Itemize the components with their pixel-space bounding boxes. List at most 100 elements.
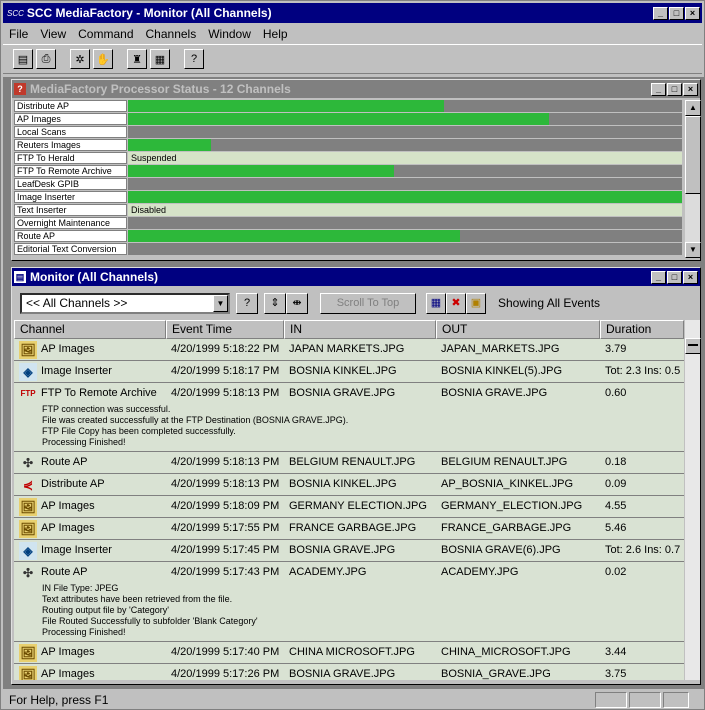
scroll-to-top-button[interactable]: Scroll To Top — [320, 293, 416, 314]
monitor-titlebar: ▤ Monitor (All Channels) _ □ × — [12, 268, 700, 286]
table-row[interactable]: ✣ Route AP 4/20/1999 5:18:13 PM BELGIUM REN… — [14, 452, 684, 474]
events-scroll-thumb[interactable] — [685, 338, 701, 354]
status-minimize-button[interactable]: _ — [651, 82, 666, 96]
channel-status-row[interactable]: Local Scans — [14, 126, 682, 139]
channel-status-row[interactable]: Reuters Images — [14, 139, 682, 152]
main-toolbar: ▤ ⎙ ✲ ✋ ♜ ▦ ? — [3, 44, 702, 74]
expand-rows-icon[interactable]: ⇕ — [264, 293, 286, 314]
table-row[interactable]: ◈ Image Inserter 4/20/1999 5:18:17 PM BOSNI… — [14, 361, 684, 383]
channel-progress-bar — [128, 126, 682, 138]
scroll-thumb[interactable] — [685, 116, 701, 194]
show-all-events-icon[interactable]: ▦ — [426, 293, 446, 314]
properties-icon[interactable]: ▦ — [150, 49, 170, 69]
channel-progress-bar — [128, 230, 682, 242]
table-row[interactable]: FTP FTP To Remote Archive 4/20/1999 5:18:1… — [14, 383, 684, 452]
cell-channel: AP Images — [41, 668, 95, 680]
menu-help[interactable]: Help — [257, 27, 294, 41]
channel-progress-fill — [128, 100, 444, 112]
channel-status-row[interactable]: Distribute AP — [14, 100, 682, 113]
channel-status-row[interactable]: LeafDesk GPIB — [14, 178, 682, 191]
show-errors-icon[interactable]: ✖ — [446, 293, 466, 314]
cell-channel: Image Inserter — [41, 544, 112, 556]
table-row[interactable]: 🖼 AP Images 4/20/1999 5:18:22 PM JAPAN MARK… — [14, 339, 684, 361]
column-header-event-time[interactable]: Event Time — [166, 320, 284, 339]
status-panel-1 — [595, 692, 627, 708]
cell-event-time: 4/20/1999 5:17:40 PM — [171, 646, 280, 658]
menu-command[interactable]: Command — [72, 27, 139, 41]
menu-file[interactable]: File — [3, 27, 34, 41]
table-header: Channel Event Time IN OUT Duration — [14, 320, 684, 339]
channel-status-row[interactable]: Overnight Maintenance — [14, 217, 682, 230]
channel-progress-bar: Disabled — [128, 204, 682, 216]
channel-progress-bar — [128, 191, 682, 203]
column-header-in[interactable]: IN — [284, 320, 436, 339]
column-header-out[interactable]: OUT — [436, 320, 600, 339]
event-detail-line: IN File Type: JPEG — [42, 583, 119, 593]
menu-view[interactable]: View — [34, 27, 72, 41]
help-button[interactable]: ? — [236, 293, 258, 314]
channel-filter-select[interactable]: << All Channels >> ▼ — [20, 293, 230, 314]
minimize-button[interactable]: _ — [653, 6, 668, 20]
status-close-button[interactable]: × — [683, 82, 698, 96]
monitor-minimize-button[interactable]: _ — [651, 270, 666, 284]
help-icon[interactable]: ? — [184, 49, 204, 69]
events-table: Channel Event Time IN OUT Duration 🖼 AP I… — [14, 320, 684, 680]
column-header-channel[interactable]: Channel — [14, 320, 166, 339]
channel-status-row[interactable]: FTP To Remote Archive — [14, 165, 682, 178]
cell-in: BOSNIA GRAVE.JPG — [289, 668, 396, 680]
window-title: SCC MediaFactory - Monitor (All Channels… — [26, 6, 272, 20]
channel-status-row[interactable]: Editorial Text Conversion — [14, 243, 682, 256]
status-panel-3 — [663, 692, 689, 708]
cell-event-time: 4/20/1999 5:18:09 PM — [171, 500, 280, 512]
print-icon[interactable]: ⎙ — [36, 49, 56, 69]
cell-channel: AP Images — [41, 646, 95, 658]
cell-in: BOSNIA KINKEL.JPG — [289, 365, 397, 377]
menu-window[interactable]: Window — [202, 27, 257, 41]
channel-name: Image Inserter — [14, 191, 127, 203]
monitor-restore-button[interactable]: □ — [667, 270, 682, 284]
table-row[interactable]: 🖼 AP Images 4/20/1999 5:18:09 PM GERMANY EL… — [14, 496, 684, 518]
events-scrollbar[interactable] — [684, 320, 701, 680]
column-header-duration[interactable]: Duration — [600, 320, 684, 339]
settings-icon[interactable]: ✲ — [70, 49, 90, 69]
image-channel-icon: 🖼 — [19, 497, 37, 516]
show-warnings-icon[interactable]: ▣ — [466, 293, 486, 314]
table-row[interactable]: 🖼 AP Images 4/20/1999 5:17:55 PM FRANCE GAR… — [14, 518, 684, 540]
image-channel-icon: 🖼 — [19, 665, 37, 680]
hand-stop-icon[interactable]: ✋ — [93, 49, 113, 69]
channel-name: Editorial Text Conversion — [14, 243, 127, 255]
chevron-down-icon[interactable]: ▼ — [213, 295, 228, 312]
table-row[interactable]: ◈ Image Inserter 4/20/1999 5:17:45 PM BOSNI… — [14, 540, 684, 562]
channel-progress-fill — [128, 191, 682, 203]
scroll-up-arrow-icon[interactable]: ▲ — [685, 100, 701, 116]
collapse-rows-icon[interactable]: ⇼ — [286, 293, 308, 314]
cell-out: FRANCE_GARBAGE.JPG — [441, 522, 572, 534]
channel-status-row[interactable]: Route AP — [14, 230, 682, 243]
workflow-icon[interactable]: ♜ — [127, 49, 147, 69]
event-detail-line: FTP connection was successful. — [42, 404, 171, 414]
cell-in: ACADEMY.JPG — [289, 566, 367, 578]
document-icon[interactable]: ▤ — [13, 49, 33, 69]
table-row[interactable]: ✣ Route AP 4/20/1999 5:17:43 PM ACADEMY.JPG… — [14, 562, 684, 642]
status-panel-2 — [629, 692, 661, 708]
table-row[interactable]: ⋞ Distribute AP 4/20/1999 5:18:13 PM BOSNIA… — [14, 474, 684, 496]
channel-status-row[interactable]: AP Images — [14, 113, 682, 126]
table-row[interactable]: 🖼 AP Images 4/20/1999 5:17:40 PM CHINA MICR… — [14, 642, 684, 664]
restore-button[interactable]: □ — [669, 6, 684, 20]
channel-status-row[interactable]: Text Inserter Disabled — [14, 204, 682, 217]
close-button[interactable]: × — [685, 6, 700, 20]
table-row[interactable]: 🖼 AP Images 4/20/1999 5:17:26 PM BOSNIA GRA… — [14, 664, 684, 680]
cell-channel: Distribute AP — [41, 478, 105, 490]
status-scrollbar[interactable]: ▲ ▼ — [684, 100, 701, 258]
monitor-close-button[interactable]: × — [683, 270, 698, 284]
cell-channel: AP Images — [41, 522, 95, 534]
channel-progress-bar: Suspended — [128, 152, 682, 164]
channel-status-row[interactable]: Image Inserter — [14, 191, 682, 204]
scroll-down-arrow-icon[interactable]: ▼ — [685, 242, 701, 258]
menu-channels[interactable]: Channels — [140, 27, 203, 41]
status-restore-button[interactable]: □ — [667, 82, 682, 96]
cell-out: JAPAN_MARKETS.JPG — [441, 343, 560, 355]
event-detail-line: File Routed Successfully to subfolder 'B… — [42, 616, 258, 626]
channel-status-row[interactable]: FTP To Herald Suspended — [14, 152, 682, 165]
channel-progress-fill — [128, 113, 550, 125]
